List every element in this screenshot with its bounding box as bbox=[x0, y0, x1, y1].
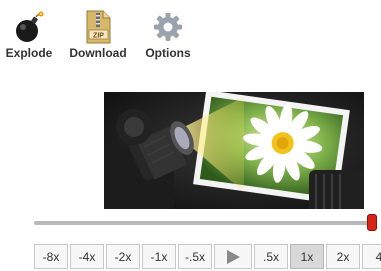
zip-file-icon: ZIP bbox=[86, 10, 111, 44]
speed-4x-button[interactable]: 4 bbox=[362, 244, 381, 269]
download-button[interactable]: ZIP Download bbox=[68, 10, 128, 60]
speed-half-button[interactable]: .5x bbox=[254, 244, 288, 269]
speed-minus-4x-button[interactable]: -4x bbox=[70, 244, 104, 269]
options-button[interactable]: Options bbox=[144, 10, 192, 60]
seek-track[interactable] bbox=[34, 221, 374, 225]
speed-minus-2x-button[interactable]: -2x bbox=[106, 244, 140, 269]
speed-2x-button[interactable]: 2x bbox=[326, 244, 360, 269]
gear-icon bbox=[154, 13, 182, 41]
video-preview bbox=[104, 92, 364, 209]
speed-controls: -8x -4x -2x -1x -.5x .5x 1x 2x 4 bbox=[34, 244, 381, 271]
speed-minus-8x-button[interactable]: -8x bbox=[34, 244, 68, 269]
explode-button[interactable]: Explode bbox=[4, 10, 54, 60]
seek-handle[interactable] bbox=[367, 214, 377, 231]
explode-label: Explode bbox=[5, 46, 53, 60]
speed-1x-button[interactable]: 1x bbox=[290, 244, 324, 269]
play-button[interactable] bbox=[214, 244, 252, 269]
download-label: Download bbox=[69, 46, 127, 60]
zip-badge-text: ZIP bbox=[93, 33, 104, 40]
bomb-icon bbox=[16, 11, 44, 42]
speed-minus-half-button[interactable]: -.5x bbox=[178, 244, 212, 269]
speed-minus-1x-button[interactable]: -1x bbox=[142, 244, 176, 269]
options-label: Options bbox=[145, 46, 191, 60]
play-icon bbox=[227, 249, 240, 264]
